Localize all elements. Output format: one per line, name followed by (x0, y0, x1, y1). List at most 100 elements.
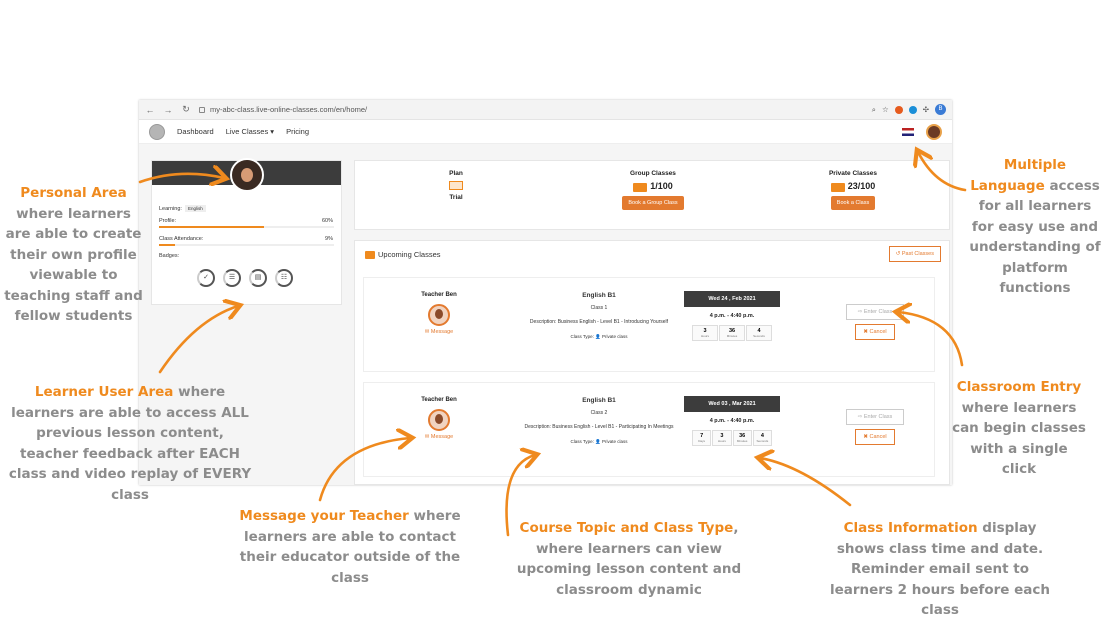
teacher-avatar (428, 409, 450, 431)
attendance-label: Class Attendance: (159, 236, 204, 242)
forward-icon[interactable]: → (163, 105, 173, 115)
learning-label: Learning: (159, 206, 182, 212)
past-classes-button[interactable]: ↺ Past Classes (888, 246, 941, 262)
cancel-button[interactable]: ✖ Cancel (855, 324, 895, 340)
countdown-seconds: 4 Seconds (746, 325, 772, 341)
plan-title: Plan (449, 170, 463, 177)
infographic: ← → ↻ my-abc-class.live-online-classes.c… (0, 0, 1119, 629)
extension-icon[interactable] (894, 105, 903, 114)
group-counter: 1/100 (605, 181, 701, 192)
browser-window: ← → ↻ my-abc-class.live-online-classes.c… (139, 100, 952, 485)
class-row: Teacher Ben ✉ Message English B1 Class 1… (363, 277, 935, 372)
browser-toolbar: ← → ↻ my-abc-class.live-online-classes.c… (139, 100, 952, 120)
teacher-info: Teacher Ben ✉ Message (404, 397, 474, 440)
flag-icon[interactable] (902, 127, 914, 136)
course-name: English B1 (582, 397, 616, 404)
countdown-hours: 3 Hours (712, 430, 732, 446)
learning-language-badge: English (184, 205, 206, 212)
group-title: Group Classes (630, 170, 676, 177)
profile-label: Profile: (159, 218, 177, 224)
lock-icon (199, 106, 205, 113)
annotation-personal-area: Personal Area where learners are able to … (4, 185, 143, 324)
upcoming-title: Upcoming Classes (378, 250, 441, 259)
upcoming-classes-card: Upcoming Classes ↺ Past Classes Teacher … (354, 240, 950, 485)
address-bar[interactable]: my-abc-class.live-online-classes.com/en/… (199, 105, 864, 114)
annotation-classroom-entry: Classroom Entry where learners can begin… (952, 379, 1086, 477)
profile-avatar[interactable] (230, 158, 264, 192)
class-number: Class 1 (590, 305, 608, 311)
countdown: 7 Days 3 Hours 36 Minutes 4 Seconds (692, 430, 772, 446)
annotation-course-topic: Course Topic and Class Type, where learn… (516, 520, 742, 598)
plan-column: Plan Trial (433, 170, 479, 201)
class-date-box: Wed 24 , Feb 2021 4 p.m. - 4:40 p.m. 3 Ho… (684, 291, 780, 341)
group-icon (633, 182, 648, 192)
badges-label: Badges: (159, 253, 180, 259)
plan-value: Trial (449, 194, 463, 201)
teacher-avatar (428, 304, 450, 326)
class-type: Class Type: 👤 Private class (570, 334, 628, 339)
countdown-minutes: 36 Minutes (719, 325, 745, 341)
class-number: Class 2 (590, 410, 608, 416)
class-date-box: Wed 03 , Mar 2021 4 p.m. - 4:40 p.m. 7 Da… (684, 396, 780, 446)
class-date: Wed 24 , Feb 2021 (684, 291, 780, 307)
countdown: 3 Hours 36 Minutes 4 Seconds (692, 325, 772, 341)
badge-chat-icon[interactable]: ☰ (223, 269, 241, 287)
class-time: 4 p.m. - 4:40 p.m. (709, 418, 755, 424)
enter-class-button[interactable]: ⇨ Enter Class (846, 304, 904, 320)
nav-live-classes[interactable]: Live Classes ▾ (226, 127, 274, 136)
badge-class-icon[interactable]: ▤ (249, 269, 267, 287)
class-info: English B1 Class 1 Description: Business… (524, 292, 674, 340)
private-title: Private Classes (828, 170, 878, 177)
classes-icon (365, 251, 375, 260)
countdown-seconds: 4 Seconds (752, 430, 772, 446)
profile-icon[interactable]: B (935, 104, 946, 115)
nav-dashboard[interactable]: Dashboard (177, 127, 214, 136)
logo-icon[interactable] (149, 123, 165, 140)
private-icon (830, 182, 845, 192)
book-class-button[interactable]: Book a Class (830, 195, 876, 210)
group-column: Group Classes 1/100 Book a Group Class (605, 170, 701, 210)
search-icon[interactable]: ⌕ (872, 105, 876, 115)
calendar-icon (449, 181, 463, 190)
class-type: Class Type: 👤 Private class (570, 439, 628, 444)
badge-check-icon[interactable]: ✓ (197, 269, 215, 287)
puzzle-icon[interactable]: ✣ (923, 105, 929, 114)
avatar[interactable] (926, 123, 942, 140)
class-time: 4 p.m. - 4:40 p.m. (709, 313, 755, 319)
private-column: Private Classes 23/100 Book a Class (805, 170, 901, 210)
annotation-learner-area: Learner User Area where learners are abl… (8, 384, 252, 503)
book-group-class-button[interactable]: Book a Group Class (622, 195, 684, 210)
profile-progress (159, 226, 334, 228)
profile-percent: 60% (321, 218, 333, 224)
class-description: Description: Business English - Level B1… (524, 424, 674, 430)
back-icon[interactable]: ← (145, 105, 155, 115)
profile-card: Learning: English Profile: 60% Class Atte… (151, 158, 342, 305)
teacher-name: Teacher Ben (421, 397, 457, 403)
attendance-percent: 9% (325, 236, 333, 242)
teacher-info: Teacher Ben ✉ Message (404, 292, 474, 335)
attendance-progress (159, 244, 334, 246)
course-name: English B1 (582, 292, 616, 299)
message-link[interactable]: ✉ Message (404, 329, 474, 335)
site-navbar: Dashboard Live Classes ▾ Pricing (139, 120, 952, 144)
class-actions: ⇨ Enter Class ✖ Cancel (846, 409, 904, 445)
cancel-button[interactable]: ✖ Cancel (855, 429, 895, 445)
annotation-message-teacher: Message your Teacher where learners are … (239, 508, 461, 586)
annotation-multiple-language: Multiple Language access for all learner… (969, 157, 1101, 296)
nav-pricing[interactable]: Pricing (286, 127, 309, 136)
badge-group-icon[interactable]: ☷ (275, 269, 293, 287)
countdown-hours: 3 Hours (692, 325, 718, 341)
class-actions: ⇨ Enter Class ✖ Cancel (846, 304, 904, 340)
countdown-minutes: 36 Minutes (732, 430, 752, 446)
enter-class-button[interactable]: ⇨ Enter Class (846, 409, 904, 425)
class-row: Teacher Ben ✉ Message English B1 Class 2… (363, 382, 935, 477)
star-icon[interactable]: ☆ (882, 105, 889, 114)
private-counter: 23/100 (805, 181, 901, 192)
class-date: Wed 03 , Mar 2021 (684, 396, 780, 412)
extension-icon[interactable] (908, 105, 917, 114)
message-link[interactable]: ✉ Message (404, 434, 474, 440)
countdown-days: 7 Days (692, 430, 712, 446)
annotation-class-info: Class Information display shows class ti… (829, 520, 1051, 618)
url-text: my-abc-class.live-online-classes.com/en/… (210, 105, 368, 114)
reload-icon[interactable]: ↻ (181, 104, 191, 115)
